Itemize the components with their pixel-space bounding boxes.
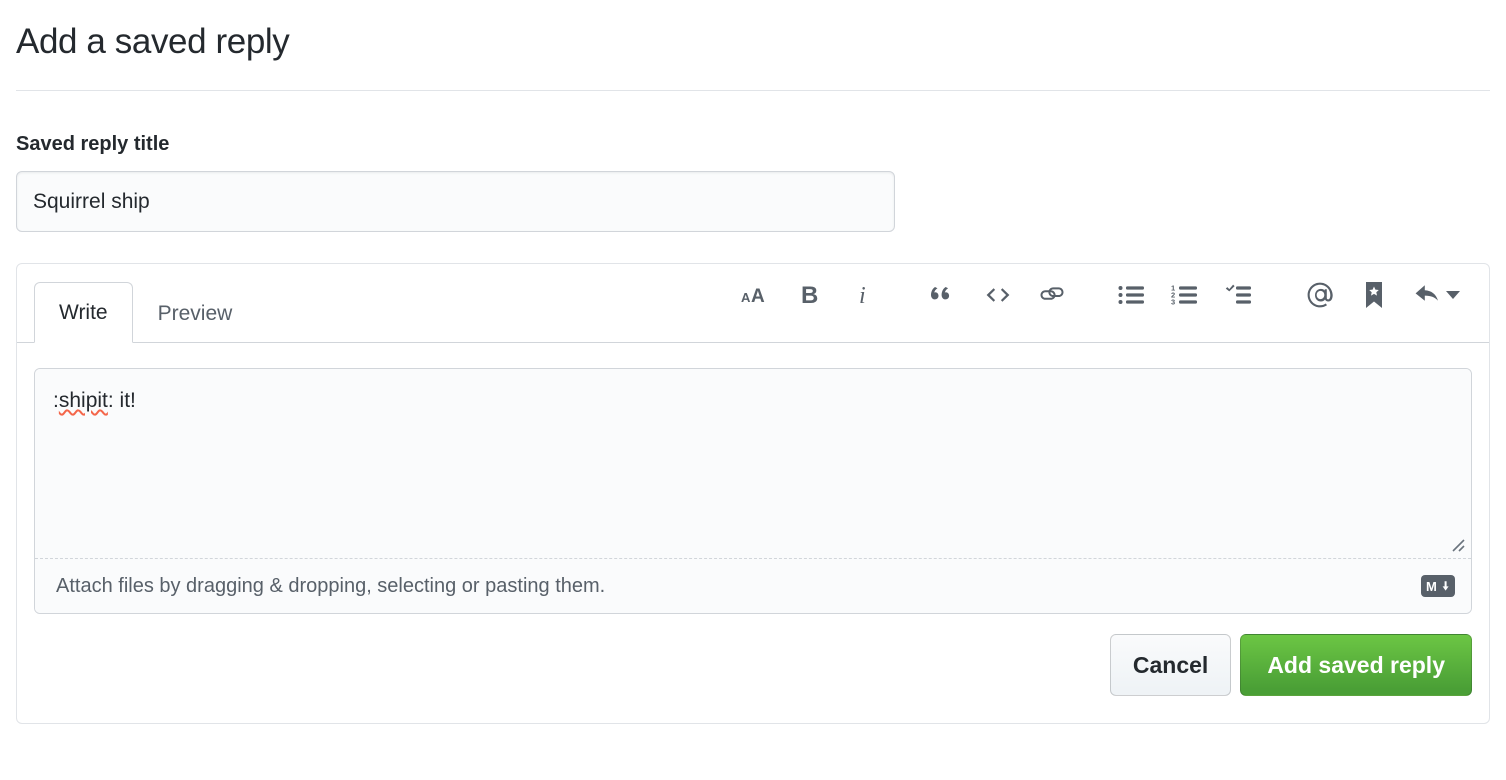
unordered-list-icon[interactable] <box>1113 278 1151 312</box>
svg-text:M: M <box>1426 579 1437 593</box>
comment-body: :shipit: it! Attach files by dragging & … <box>17 343 1489 614</box>
attach-files-bar[interactable]: Attach files by dragging & dropping, sel… <box>35 558 1471 613</box>
composer-tabs: Write Preview <box>34 264 258 343</box>
comment-textarea[interactable] <box>35 369 1471 558</box>
toolbar-group-references <box>1293 278 1473 312</box>
tab-preview[interactable]: Preview <box>133 283 258 343</box>
markdown-icon[interactable]: M <box>1421 575 1455 597</box>
link-icon[interactable] <box>1033 278 1071 312</box>
comment-composer: Write Preview A A B i 1 2 3:shipit: it!… <box>16 263 1490 724</box>
code-icon[interactable] <box>979 278 1017 312</box>
svg-text:B: B <box>801 282 818 308</box>
add-saved-reply-button[interactable]: Add saved reply <box>1240 634 1472 696</box>
saved-reply-title-label: Saved reply title <box>16 133 170 155</box>
add-saved-reply-page: Add a saved reply Saved reply title Writ… <box>0 0 1506 780</box>
svg-text:i: i <box>859 283 866 308</box>
attach-files-text: Attach files by dragging & dropping, sel… <box>56 575 606 597</box>
header-divider <box>16 90 1490 91</box>
comment-inner: :shipit: it! Attach files by dragging & … <box>34 368 1472 614</box>
chevron-down-icon <box>1446 291 1460 299</box>
composer-actions: Cancel Add saved reply <box>17 614 1489 723</box>
tab-write[interactable]: Write <box>34 282 133 343</box>
cancel-button[interactable]: Cancel <box>1109 634 1232 696</box>
heading-icon[interactable]: A A <box>737 278 775 312</box>
bold-icon[interactable]: B <box>791 278 829 312</box>
toolbar-group-text: A A B i <box>729 278 891 312</box>
italic-icon[interactable]: i <box>845 278 883 312</box>
toolbar-group-lists: 1 2 3 <box>1105 278 1267 312</box>
task-list-icon[interactable] <box>1221 278 1259 312</box>
svg-text:A: A <box>751 286 765 306</box>
resize-grip[interactable] <box>1447 534 1465 552</box>
mention-icon[interactable] <box>1301 278 1339 312</box>
svg-text:3: 3 <box>1171 298 1175 307</box>
saved-reply-icon[interactable] <box>1355 278 1393 312</box>
ordered-list-icon[interactable]: 1 2 3 <box>1167 278 1205 312</box>
page-title: Add a saved reply <box>16 22 290 61</box>
textarea-wrap: :shipit: it! <box>35 369 1471 558</box>
saved-reply-title-input[interactable] <box>16 171 895 232</box>
svg-text:A: A <box>741 290 751 305</box>
quote-icon[interactable] <box>925 278 963 312</box>
toolbar-group-insert <box>917 278 1079 312</box>
reply-icon[interactable] <box>1409 278 1465 312</box>
markdown-toolbar: A A B i 1 2 3 <box>729 264 1473 342</box>
composer-tab-row: Write Preview A A B i 1 2 3 <box>17 264 1489 343</box>
